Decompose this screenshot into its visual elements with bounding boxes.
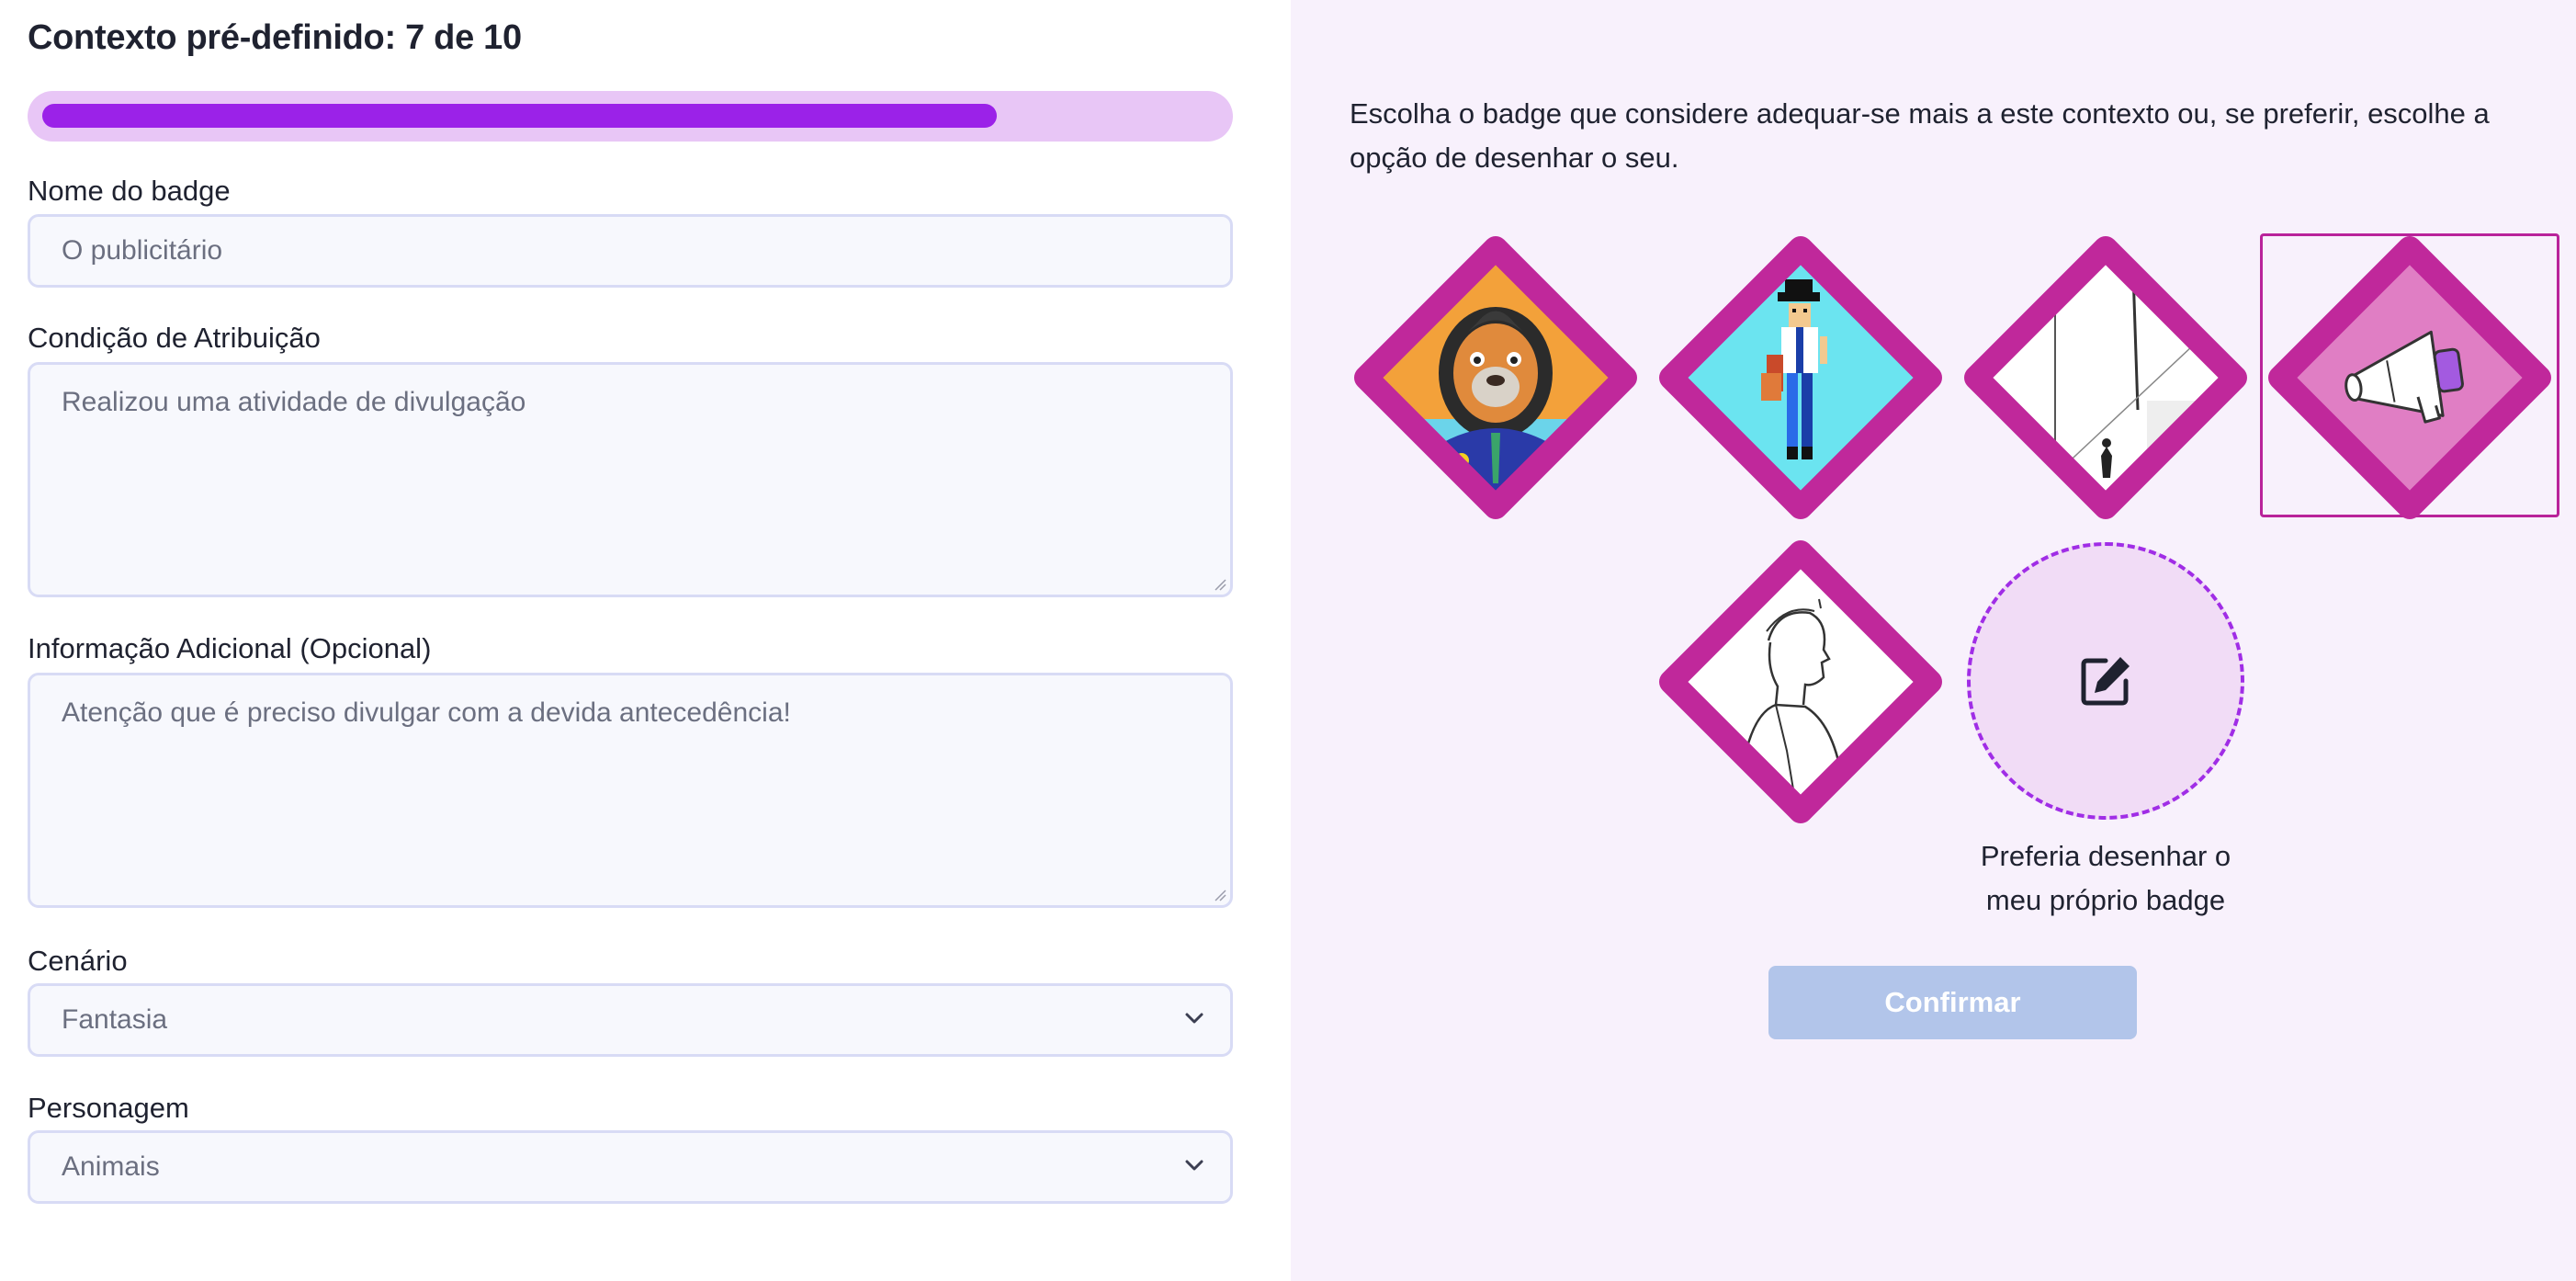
badge-form-panel: Contexto pré-definido: 7 de 10 Nome do b…	[0, 0, 1291, 1281]
draw-own-caption-line2: meu próprio badge	[1985, 884, 2226, 916]
draw-own-caption-line1: Preferia desenhar o	[1980, 840, 2231, 872]
pixel-character-image	[1659, 236, 1942, 519]
badge-option-man-sketch[interactable]	[1658, 539, 1943, 824]
badge-option-megaphone[interactable]	[2267, 235, 2552, 520]
character-value: Animais	[62, 1151, 160, 1182]
badge-option-pixel[interactable]	[1658, 235, 1943, 520]
progress-bar	[28, 91, 1233, 142]
page-title: Contexto pré-definido: 7 de 10	[28, 18, 522, 57]
draw-own-caption: Preferia desenhar o meu próprio badge	[1913, 834, 2299, 923]
resize-handle-icon[interactable]	[1214, 578, 1226, 591]
badge-name-input[interactable]: O publicitário	[28, 214, 1233, 288]
wall-sketch-image	[1964, 236, 2247, 519]
man-profile-sketch-image	[1659, 540, 1942, 823]
character-select[interactable]: Animais	[28, 1130, 1233, 1204]
megaphone-icon	[2268, 236, 2551, 519]
scenario-select[interactable]: Fantasia	[28, 983, 1233, 1057]
condition-label: Condição de Atribuição	[28, 322, 321, 354]
character-label: Personagem	[28, 1092, 189, 1124]
chevron-down-icon	[1185, 1013, 1203, 1024]
badge-instructions: Escolha o badge que considere adequar-se…	[1350, 97, 2490, 174]
scenario-value: Fantasia	[62, 1004, 168, 1035]
resize-handle-icon[interactable]	[1214, 889, 1226, 901]
extra-info-textarea[interactable]: Atenção que é preciso divulgar com a dev…	[28, 673, 1233, 908]
edit-icon	[2081, 657, 2130, 706]
lion-businessman-image	[1354, 236, 1637, 519]
badge-option-lion[interactable]	[1353, 235, 1638, 520]
chevron-down-icon	[1185, 1160, 1203, 1171]
draw-own-badge-option[interactable]	[1967, 542, 2244, 820]
scenario-label: Cenário	[28, 945, 128, 977]
badge-name-label: Nome do badge	[28, 175, 231, 207]
badge-option-wall[interactable]	[1963, 235, 2248, 520]
extra-info-placeholder: Atenção que é preciso divulgar com a dev…	[62, 697, 791, 728]
confirm-button[interactable]: Confirmar	[1768, 966, 2137, 1039]
condition-textarea[interactable]: Realizou uma atividade de divulgação	[28, 362, 1233, 597]
progress-bar-fill	[42, 104, 997, 128]
extra-info-label: Informação Adicional (Opcional)	[28, 632, 432, 664]
condition-placeholder: Realizou uma atividade de divulgação	[62, 387, 526, 417]
